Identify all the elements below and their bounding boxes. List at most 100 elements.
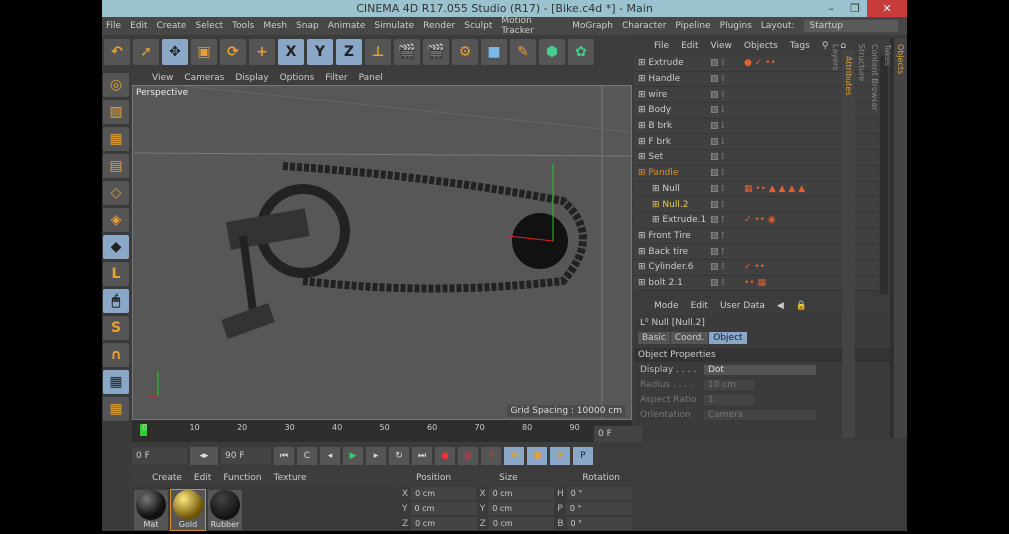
key-position-icon[interactable]: ✥ [504, 447, 524, 465]
minimize-button[interactable]: – [819, 0, 843, 17]
axis-mode-icon[interactable]: L [103, 262, 129, 286]
start-frame-field[interactable]: 0 F [132, 448, 187, 464]
cloner-icon[interactable]: ✿ [568, 39, 594, 65]
coord-field[interactable]: 0 ° [566, 517, 632, 530]
cube-icon[interactable]: ■ [481, 39, 507, 65]
undo-icon[interactable]: ↶ [104, 39, 130, 65]
render-picture-viewer-icon[interactable]: 🎬 [423, 39, 449, 65]
attr-menu-user-data[interactable]: User Data [720, 301, 765, 311]
next-frame-icon[interactable]: ▸ [366, 447, 386, 465]
side-tab-attributes[interactable]: Attributes [842, 50, 855, 438]
viewport-menu-display[interactable]: Display [235, 73, 268, 83]
viewport-menu-filter[interactable]: Filter [325, 73, 347, 83]
visibility-toggles[interactable]: ▨ ⁞ [710, 262, 744, 272]
edges-mode-icon[interactable]: ◈ [103, 208, 129, 232]
side-tab-takes[interactable]: Takes [881, 38, 894, 438]
coord-field[interactable]: 0 ° [565, 502, 632, 515]
scale-tool-icon[interactable]: ▣ [191, 39, 217, 65]
z-axis-icon[interactable]: Z [336, 39, 362, 65]
menu-character[interactable]: Character [622, 21, 666, 31]
subdivision-icon[interactable]: ⬢ [539, 39, 565, 65]
objects-menu-edit[interactable]: Edit [681, 41, 698, 51]
object-tags[interactable]: ✓ •• [744, 262, 765, 272]
visibility-toggles[interactable]: ▨ ⁞ [710, 215, 744, 225]
menu-snap[interactable]: Snap [296, 21, 319, 31]
tab-coord[interactable]: Coord. [670, 332, 709, 344]
menu-select[interactable]: Select [195, 21, 223, 31]
menu-mesh[interactable]: Mesh [263, 21, 287, 31]
coord-field[interactable]: 0 cm [410, 502, 477, 515]
go-to-start-icon[interactable]: ⏮ [274, 447, 294, 465]
objects-menu-view[interactable]: View [711, 41, 732, 51]
material-rubber[interactable]: Rubber [208, 490, 242, 530]
mat-menu-function[interactable]: Function [223, 473, 261, 483]
key-parameter-icon[interactable]: P [573, 447, 593, 465]
visibility-toggles[interactable]: ▨ ⁞ [710, 231, 744, 241]
tab-basic[interactable]: Basic [638, 332, 670, 344]
3d-viewport[interactable]: Perspective Grid Spacing : 10000 cm [132, 85, 632, 420]
visibility-toggles[interactable]: ▨ ⁞ [710, 137, 744, 147]
objects-menu-tags[interactable]: Tags [790, 41, 810, 51]
workplane-rotate-icon[interactable]: ▦ [103, 397, 129, 421]
menu-simulate[interactable]: Simulate [374, 21, 414, 31]
visibility-toggles[interactable]: ▨ ⁞ [710, 74, 744, 84]
coordinate-system-icon[interactable]: ⊥ [365, 39, 391, 65]
material-gold[interactable]: Gold [170, 489, 206, 531]
y-axis-icon[interactable]: Y [307, 39, 333, 65]
visibility-toggles[interactable]: ▨ ⁞ [710, 247, 744, 257]
menu-pipeline[interactable]: Pipeline [675, 21, 710, 31]
polygons-mode-icon[interactable]: ◆ [103, 235, 129, 259]
current-frame-field[interactable]: 0 F [594, 426, 642, 442]
visibility-toggles[interactable]: ▨ ⁞ [710, 152, 744, 162]
lock-workplane-icon[interactable]: ▦ [103, 370, 129, 394]
lock-icon[interactable]: 🔒 [796, 301, 807, 311]
add-icon[interactable]: + [249, 39, 275, 65]
visibility-toggles[interactable]: ▨ ⁞ [710, 90, 744, 100]
model-mode-icon[interactable]: ▧ [103, 100, 129, 124]
coord-field[interactable]: 0 cm [411, 517, 477, 530]
menu-sculpt[interactable]: Sculpt [464, 21, 492, 31]
key-scale-icon[interactable]: ▣ [527, 447, 547, 465]
make-editable-icon[interactable]: ◎ [103, 73, 129, 97]
play-icon[interactable]: ▶ [343, 447, 363, 465]
orientation-dropdown[interactable]: Camera [704, 409, 816, 420]
side-tab-structure[interactable]: Structure [855, 38, 868, 438]
frame-step-slider[interactable]: ◂▸ [190, 447, 218, 465]
menu-motion-tracker[interactable]: Motion Tracker [501, 16, 563, 36]
menu-plugins[interactable]: Plugins [720, 21, 752, 31]
attr-menu-mode[interactable]: Mode [654, 301, 679, 311]
menu-edit[interactable]: Edit [130, 21, 147, 31]
side-tab-layers[interactable]: Layers [829, 38, 842, 438]
x-axis-icon[interactable]: X [278, 39, 304, 65]
points-mode-icon[interactable]: ◇ [103, 181, 129, 205]
objects-menu-objects[interactable]: Objects [744, 41, 778, 51]
side-tab-objects[interactable]: Objects [894, 38, 907, 438]
radius-field[interactable]: 10 cm [704, 379, 754, 390]
previous-frame-icon[interactable]: ◂ [320, 447, 340, 465]
material-mat[interactable]: Mat [134, 490, 168, 530]
aspect-ratio-field[interactable]: 1 [704, 394, 754, 405]
coord-field[interactable]: 0 ° [566, 487, 633, 500]
close-button[interactable]: ✕ [867, 0, 907, 17]
object-tags[interactable]: •• ▦ [744, 278, 766, 288]
record-icon[interactable]: ● [435, 447, 455, 465]
next-key-icon[interactable]: ↻ [389, 447, 409, 465]
object-tags[interactable]: ✓ •• ◉ [744, 215, 776, 225]
visibility-toggles[interactable]: ▨ ⁞ [710, 184, 744, 194]
search-icon[interactable]: ⚲ [822, 41, 829, 51]
key-rotation-icon[interactable]: ⟳ [550, 447, 570, 465]
attr-menu-edit[interactable]: Edit [691, 301, 708, 311]
visibility-toggles[interactable]: ▨ ⁞ [710, 121, 744, 131]
render-settings-icon[interactable]: ⚙ [452, 39, 478, 65]
autokey-icon[interactable]: ◎ [458, 447, 478, 465]
menu-animate[interactable]: Animate [328, 21, 366, 31]
workplane-icon[interactable]: ▤ [103, 154, 129, 178]
maximize-button[interactable]: ❐ [843, 0, 867, 17]
viewport-menu-cameras[interactable]: Cameras [184, 73, 224, 83]
rotate-tool-icon[interactable]: ⟳ [220, 39, 246, 65]
end-frame-field[interactable]: 90 F [221, 448, 271, 464]
menu-create[interactable]: Create [157, 21, 187, 31]
magnet-icon[interactable]: ∩ [103, 343, 129, 367]
timeline-ruler[interactable]: 0 F 0 10 20 30 40 50 60 70 80 90 [132, 420, 642, 442]
side-tab-content-browser[interactable]: Content Browser [868, 38, 881, 438]
